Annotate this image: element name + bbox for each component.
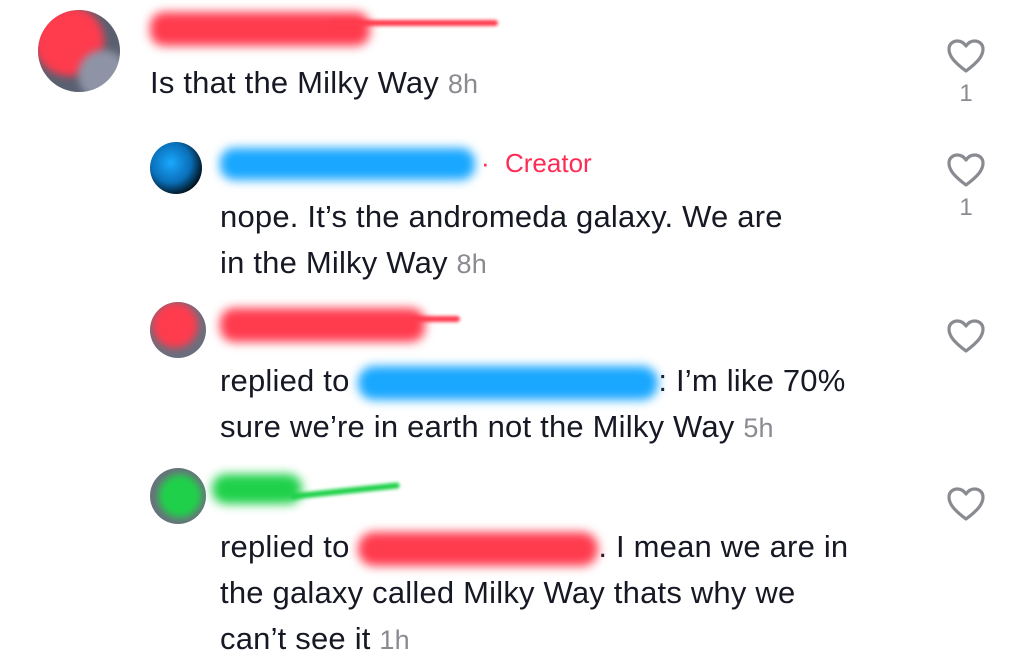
username-redacted[interactable] xyxy=(220,148,475,180)
comment-text: replied to : I’m like 70% sure we’re in … xyxy=(220,358,846,451)
comment-4: replied to . I mean we are in the galaxy… xyxy=(0,458,1024,658)
avatar[interactable] xyxy=(38,10,120,92)
comment-line-3-text: can’t see it xyxy=(220,621,371,656)
comment-2: · Creator nope. It’s the andromeda galax… xyxy=(0,130,1024,290)
username-scrawl xyxy=(330,20,498,26)
comment-line-1: replied to : I’m like 70% xyxy=(220,358,846,404)
like-count: 1 xyxy=(959,194,973,221)
comment-line-2-text: sure we’re in earth not the Milky Way xyxy=(220,409,735,444)
comment-body: : I’m like 70% xyxy=(658,363,846,398)
comment-line-1: replied to . I mean we are in xyxy=(220,524,848,570)
replied-to-label: replied to xyxy=(220,363,350,398)
heart-icon[interactable] xyxy=(946,486,986,522)
username-scrawl xyxy=(289,482,401,500)
comment-time: 8h xyxy=(447,69,479,99)
heart-icon[interactable] xyxy=(946,152,986,188)
comment-text: replied to . I mean we are in the galaxy… xyxy=(220,524,848,663)
creator-separator: · xyxy=(481,148,490,178)
username-redacted[interactable] xyxy=(150,12,370,46)
comment-line-2-text: in the Milky Way xyxy=(220,245,448,280)
comment-line-2: in the Milky Way 8h xyxy=(220,240,783,287)
username-scrawl xyxy=(410,316,460,322)
comment-line-2: sure we’re in earth not the Milky Way 5h xyxy=(220,404,846,451)
username-redacted[interactable] xyxy=(212,474,302,504)
comment-3: replied to : I’m like 70% sure we’re in … xyxy=(0,292,1024,462)
comment-line-3: can’t see it 1h xyxy=(220,616,848,663)
avatar[interactable] xyxy=(150,468,206,524)
comment-line-1: nope. It’s the andromeda galaxy. We are xyxy=(220,199,783,234)
comment-time: 1h xyxy=(379,625,410,655)
username-redacted[interactable] xyxy=(220,308,425,342)
creator-badge: Creator xyxy=(505,148,592,178)
avatar[interactable] xyxy=(150,142,202,194)
comment-line-2: the galaxy called Milky Way thats why we xyxy=(220,575,796,610)
comment-time: 8h xyxy=(456,249,487,279)
comment-1: Is that the Milky Way 8h 1 xyxy=(0,0,1024,120)
replied-user-redacted[interactable] xyxy=(358,365,659,400)
comment-body: . I mean we are in xyxy=(598,529,849,564)
comment-body: Is that the Milky Way xyxy=(150,65,440,100)
replied-to-label: replied to xyxy=(220,529,350,564)
replied-user-redacted[interactable] xyxy=(358,531,599,566)
comment-text: nope. It’s the andromeda galaxy. We are … xyxy=(220,194,783,287)
like-count: 1 xyxy=(959,80,973,107)
avatar[interactable] xyxy=(150,302,206,358)
heart-icon[interactable] xyxy=(946,38,986,74)
heart-icon[interactable] xyxy=(946,318,986,354)
comment-time: 5h xyxy=(743,413,774,443)
comment-text: Is that the Milky Way 8h xyxy=(150,60,478,107)
